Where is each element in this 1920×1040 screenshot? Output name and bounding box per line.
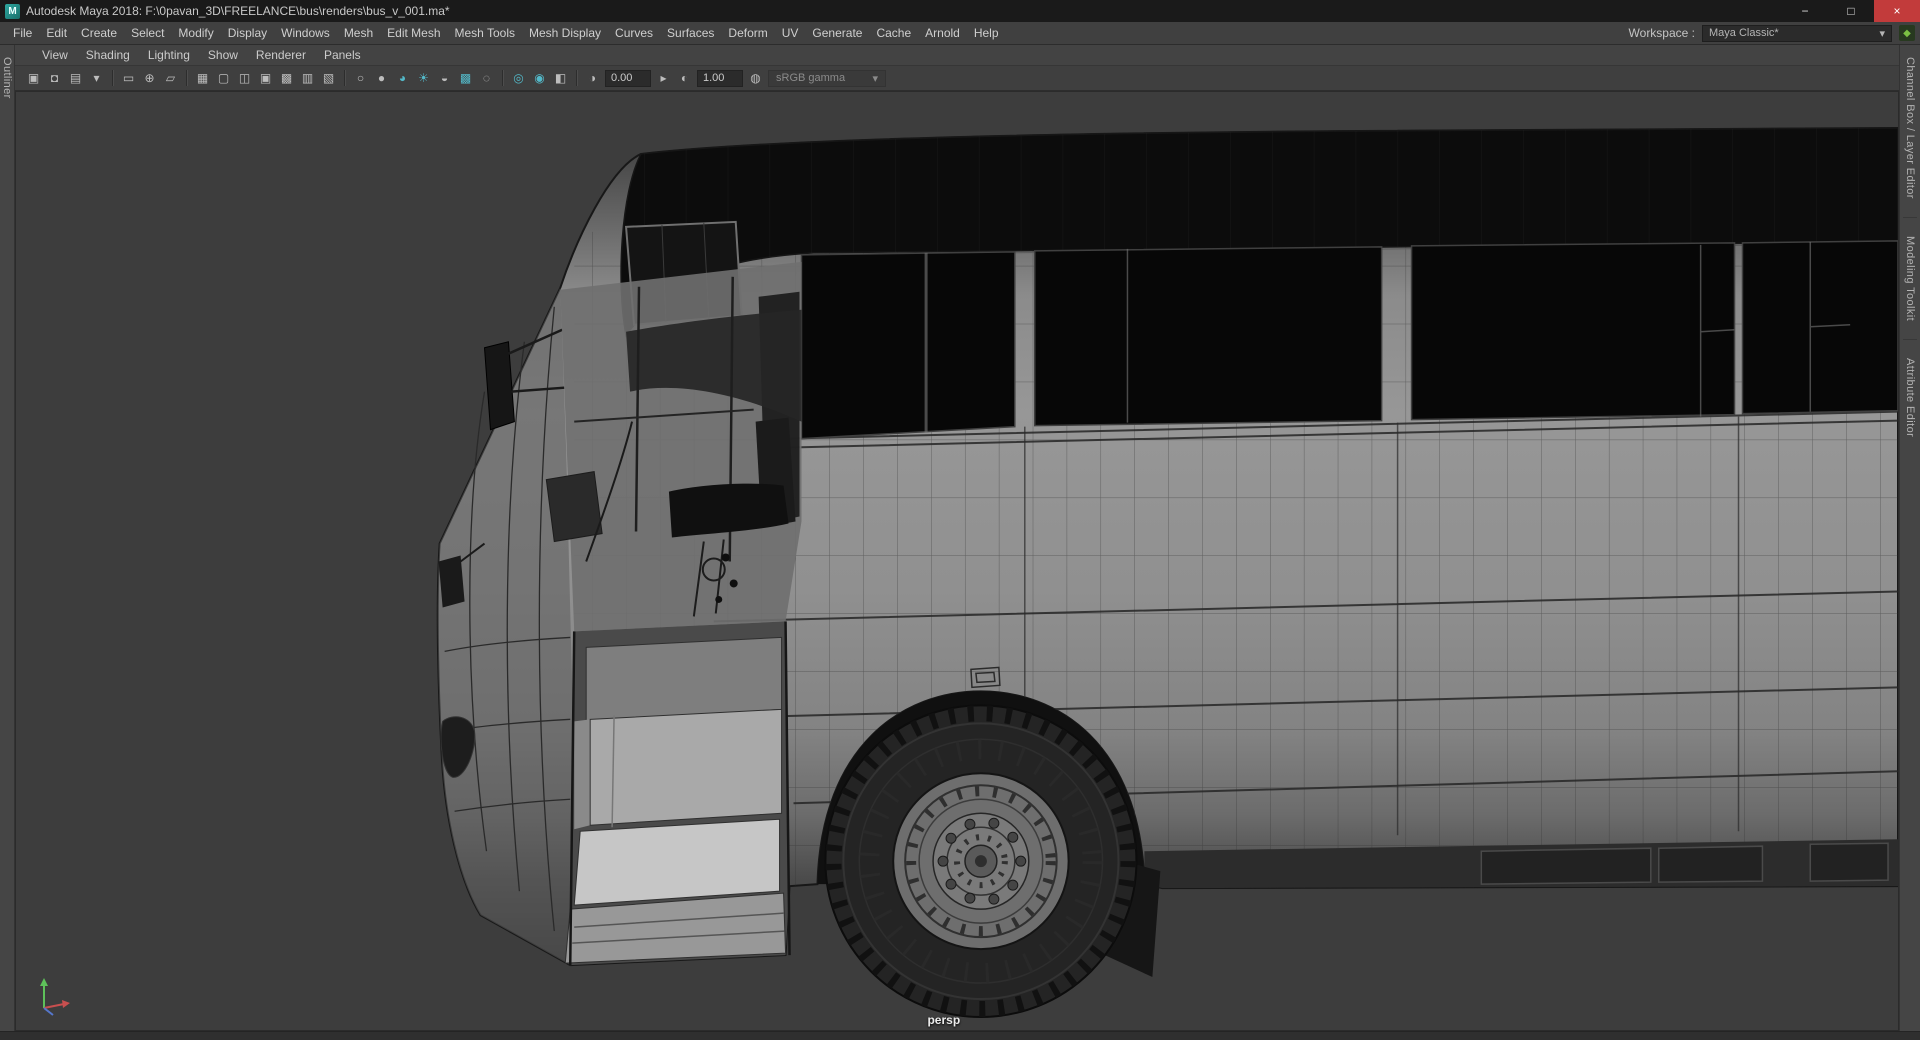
textured-icon[interactable]: ◕ xyxy=(392,69,413,87)
motion-blur-icon[interactable]: ◌ xyxy=(476,69,497,87)
exposure-field[interactable]: 0.00 xyxy=(605,69,651,87)
menu-select[interactable]: Select xyxy=(124,22,171,44)
film-gate-icon[interactable]: ▢ xyxy=(213,69,234,87)
select-camera-icon[interactable]: ▣ xyxy=(23,69,44,87)
menu-curves[interactable]: Curves xyxy=(608,22,660,44)
bus-wireframe-model xyxy=(436,126,1898,1019)
tab-separator xyxy=(1903,216,1917,218)
tab-attribute-editor[interactable]: Attribute Editor xyxy=(1904,358,1916,437)
pan-zoom-icon[interactable]: ⊕ xyxy=(139,69,160,87)
tab-modeling-toolkit[interactable]: Modeling Toolkit xyxy=(1904,236,1916,321)
menu-create[interactable]: Create xyxy=(74,22,124,44)
panel-menu-shading[interactable]: Shading xyxy=(77,45,139,65)
workspace-dropdown[interactable]: Maya Classic* ▾ xyxy=(1702,24,1892,42)
driver-cabin-interior xyxy=(545,261,802,632)
grease-pencil-icon[interactable]: ▱ xyxy=(160,69,181,87)
gamma-arrow-icon: ▸ xyxy=(660,71,667,85)
view-transform-value: sRGB gamma xyxy=(776,72,846,84)
menu-generate[interactable]: Generate xyxy=(805,22,869,44)
panel-menu-panels[interactable]: Panels xyxy=(315,45,370,65)
window-controls: − □ × xyxy=(1782,0,1920,22)
resolution-gate-icon[interactable]: ◫ xyxy=(234,69,255,87)
menu-edit[interactable]: Edit xyxy=(39,22,74,44)
menu-modify[interactable]: Modify xyxy=(171,22,220,44)
tab-separator xyxy=(1903,338,1917,340)
panel-menu-lighting[interactable]: Lighting xyxy=(139,45,199,65)
bookmarks-icon[interactable]: ▾ xyxy=(86,69,107,87)
toolbar-separator xyxy=(112,70,113,86)
titlebar: M Autodesk Maya 2018: F:\0pavan_3D\FREEL… xyxy=(0,0,1920,22)
safe-action-icon[interactable]: ▥ xyxy=(297,69,318,87)
menu-mesh[interactable]: Mesh xyxy=(337,22,380,44)
viewport-toolbar: ▣ ◘ ▤ ▾ ▭ ⊕ ▱ ▦ ▢ ◫ ▣ ▩ ▥ ▧ ○ ● ◕ ☀ ◒ ▩ … xyxy=(15,66,1899,91)
axis-gizmo xyxy=(40,978,70,1016)
image-plane-icon[interactable]: ▭ xyxy=(118,69,139,87)
view-transform-dropdown[interactable]: sRGB gamma ▾ xyxy=(768,69,886,87)
exposure-icon[interactable]: ◑ xyxy=(582,69,603,87)
gamma-field[interactable]: 1.00 xyxy=(697,69,743,87)
workspace-value: Maya Classic* xyxy=(1709,27,1779,39)
minimize-button[interactable]: − xyxy=(1782,0,1828,22)
left-panel-strip: Outliner xyxy=(0,45,15,1031)
right-panel-strip: Channel Box / Layer Editor Modeling Tool… xyxy=(1899,45,1920,1031)
menu-cache[interactable]: Cache xyxy=(869,22,918,44)
main-menubar: File Edit Create Select Modify Display W… xyxy=(0,22,1920,45)
bottom-strip xyxy=(0,1031,1920,1040)
field-chart-icon[interactable]: ▩ xyxy=(276,69,297,87)
menu-display[interactable]: Display xyxy=(221,22,274,44)
shadows-icon[interactable]: ◒ xyxy=(434,69,455,87)
view-transform-icon[interactable]: ◍ xyxy=(745,69,766,87)
gamma-icon[interactable]: ◐ xyxy=(674,69,695,87)
maya-app-icon: M xyxy=(5,3,20,19)
safe-title-icon[interactable]: ▧ xyxy=(318,69,339,87)
menu-surfaces[interactable]: Surfaces xyxy=(660,22,721,44)
perspective-viewport[interactable]: persp xyxy=(15,91,1899,1031)
menu-windows[interactable]: Windows xyxy=(274,22,337,44)
bus-windows xyxy=(800,240,1898,440)
grid-icon[interactable]: ▦ xyxy=(192,69,213,87)
panel-menubar: View Shading Lighting Show Renderer Pane… xyxy=(15,45,1899,66)
main-content: Outliner View Shading Lighting Show Rend… xyxy=(0,45,1920,1031)
viewport-column: View Shading Lighting Show Renderer Pane… xyxy=(15,45,1899,1031)
workspace-label: Workspace : xyxy=(1628,26,1695,40)
depth-of-field-icon[interactable]: ◉ xyxy=(529,69,550,87)
maximize-button[interactable]: □ xyxy=(1828,0,1874,22)
lock-camera-icon[interactable]: ◘ xyxy=(44,69,65,87)
chevron-down-icon: ▾ xyxy=(1879,27,1885,40)
isolate-select-icon[interactable]: ◧ xyxy=(550,69,571,87)
camera-attributes-icon[interactable]: ▤ xyxy=(65,69,86,87)
tab-channel-box-layer-editor[interactable]: Channel Box / Layer Editor xyxy=(1904,57,1916,199)
close-button[interactable]: × xyxy=(1874,0,1920,22)
chevron-down-icon: ▾ xyxy=(872,72,878,85)
gate-mask-icon[interactable]: ▣ xyxy=(255,69,276,87)
door-opening xyxy=(564,621,791,966)
shaded-icon[interactable]: ● xyxy=(371,69,392,87)
camera-name-label: persp xyxy=(927,1013,961,1027)
panel-menu-renderer[interactable]: Renderer xyxy=(247,45,315,65)
menu-uv[interactable]: UV xyxy=(775,22,806,44)
antialiasing-icon[interactable]: ◎ xyxy=(508,69,529,87)
workspace-area: Workspace : Maya Classic* ▾ ◆ xyxy=(1628,24,1920,42)
toolbar-separator xyxy=(344,70,345,86)
panel-menu-view[interactable]: View xyxy=(33,45,77,65)
menu-arnold[interactable]: Arnold xyxy=(918,22,967,44)
use-all-lights-icon[interactable]: ☀ xyxy=(413,69,434,87)
ao-icon[interactable]: ▩ xyxy=(455,69,476,87)
toolbar-separator xyxy=(502,70,503,86)
wireframe-icon[interactable]: ○ xyxy=(350,69,371,87)
menu-file[interactable]: File xyxy=(6,22,39,44)
menu-mesh-display[interactable]: Mesh Display xyxy=(522,22,608,44)
menu-mesh-tools[interactable]: Mesh Tools xyxy=(448,22,522,44)
dashboard xyxy=(545,471,603,543)
window-title: Autodesk Maya 2018: F:\0pavan_3D\FREELAN… xyxy=(26,4,450,18)
menu-deform[interactable]: Deform xyxy=(721,22,774,44)
workspace-pin-icon[interactable]: ◆ xyxy=(1899,25,1915,41)
panel-menu-show[interactable]: Show xyxy=(199,45,247,65)
tab-outliner[interactable]: Outliner xyxy=(1,57,13,99)
toolbar-separator xyxy=(576,70,577,86)
toolbar-separator xyxy=(186,70,187,86)
bus-front xyxy=(437,287,573,966)
menu-help[interactable]: Help xyxy=(967,22,1006,44)
menu-edit-mesh[interactable]: Edit Mesh xyxy=(380,22,447,44)
